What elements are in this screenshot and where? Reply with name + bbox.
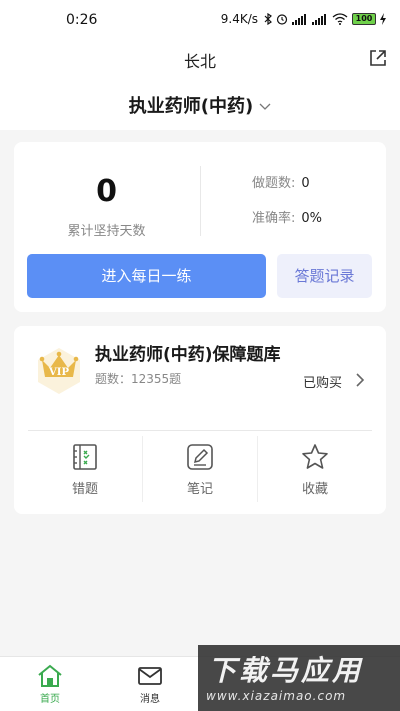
wifi-icon [332, 13, 348, 25]
bank-title[interactable]: 执业药师(中药)保障题库 [95, 340, 281, 365]
chevron-down-icon [259, 103, 271, 110]
purchased-status[interactable]: 已购买 [303, 372, 342, 391]
stats-divider [200, 166, 201, 236]
charging-icon [380, 13, 386, 25]
tab-home[interactable]: 首页 [0, 657, 100, 711]
bank-divider [28, 430, 372, 431]
bank-tools: 错题 笔记 收藏 [28, 436, 372, 502]
tab-messages-label: 消息 [140, 694, 160, 705]
tool-favorites[interactable]: 收藏 [257, 436, 372, 502]
question-bank-card: VIP 执业药师(中药)保障题库 题数：12355题 已购买 错题 笔记 收藏 [14, 326, 386, 514]
vip-crown-icon: VIP [38, 348, 80, 394]
star-icon [302, 444, 328, 469]
tool-favorites-label: 收藏 [301, 482, 328, 497]
wrong-questions-icon [73, 444, 97, 470]
tool-wrong-questions-label: 错题 [71, 482, 98, 497]
vip-text: VIP [48, 367, 69, 378]
tab-home-label: 首页 [40, 694, 60, 705]
share-icon[interactable] [366, 46, 390, 70]
home-icon [38, 664, 62, 687]
accuracy: 准确率: 0% [252, 207, 322, 226]
accuracy-value: 0% [301, 211, 323, 226]
watermark-url: www.xiazaimao.com [206, 689, 347, 703]
status-time: 0:26 [66, 12, 98, 28]
course-selector[interactable]: 执业药师(中药) [0, 92, 400, 118]
mail-icon [138, 667, 162, 685]
page-title: 长北 [183, 52, 216, 71]
bank-question-count: 题数：12355题 [95, 372, 182, 386]
tool-notes-label: 笔记 [186, 482, 213, 497]
course-name: 执业药师(中药) [128, 96, 254, 117]
persist-days-label: 累计坚持天数 [67, 224, 146, 239]
questions-done-label: 做题数: [252, 176, 296, 191]
accuracy-label: 准确率: [252, 211, 296, 226]
questions-done-value: 0 [301, 176, 310, 191]
status-indicators: 9.4K/s 100 [221, 12, 386, 26]
header: 长北 执业药师(中药) [0, 42, 400, 130]
tool-wrong-questions[interactable]: 错题 [28, 436, 142, 502]
network-speed: 9.4K/s [220, 12, 258, 26]
watermark: 下载马应用 www.xiazaimao.com [198, 645, 400, 711]
watermark-title: 下载马应用 [208, 654, 364, 687]
daily-practice-button[interactable]: 进入每日一练 [27, 254, 266, 298]
questions-done: 做题数: 0 [252, 172, 310, 191]
tool-notes[interactable]: 笔记 [142, 436, 257, 502]
battery-icon: 100 [352, 13, 376, 25]
status-bar: 0:26 9.4K/s 100 [0, 0, 400, 42]
chevron-right-icon[interactable] [354, 372, 366, 388]
tab-messages[interactable]: 消息 [100, 657, 200, 711]
answer-records-button[interactable]: 答题记录 [277, 254, 372, 298]
notes-icon [187, 444, 213, 470]
study-stats-card: 0 累计坚持天数 做题数: 0 准确率: 0% 进入每日一练 答题记录 [14, 142, 386, 312]
alarm-icon [276, 14, 288, 25]
signal-hd-icon [312, 14, 326, 25]
persist-days-value: 0 [96, 174, 117, 209]
bluetooth-icon [264, 13, 272, 25]
signal-icon [292, 14, 306, 25]
